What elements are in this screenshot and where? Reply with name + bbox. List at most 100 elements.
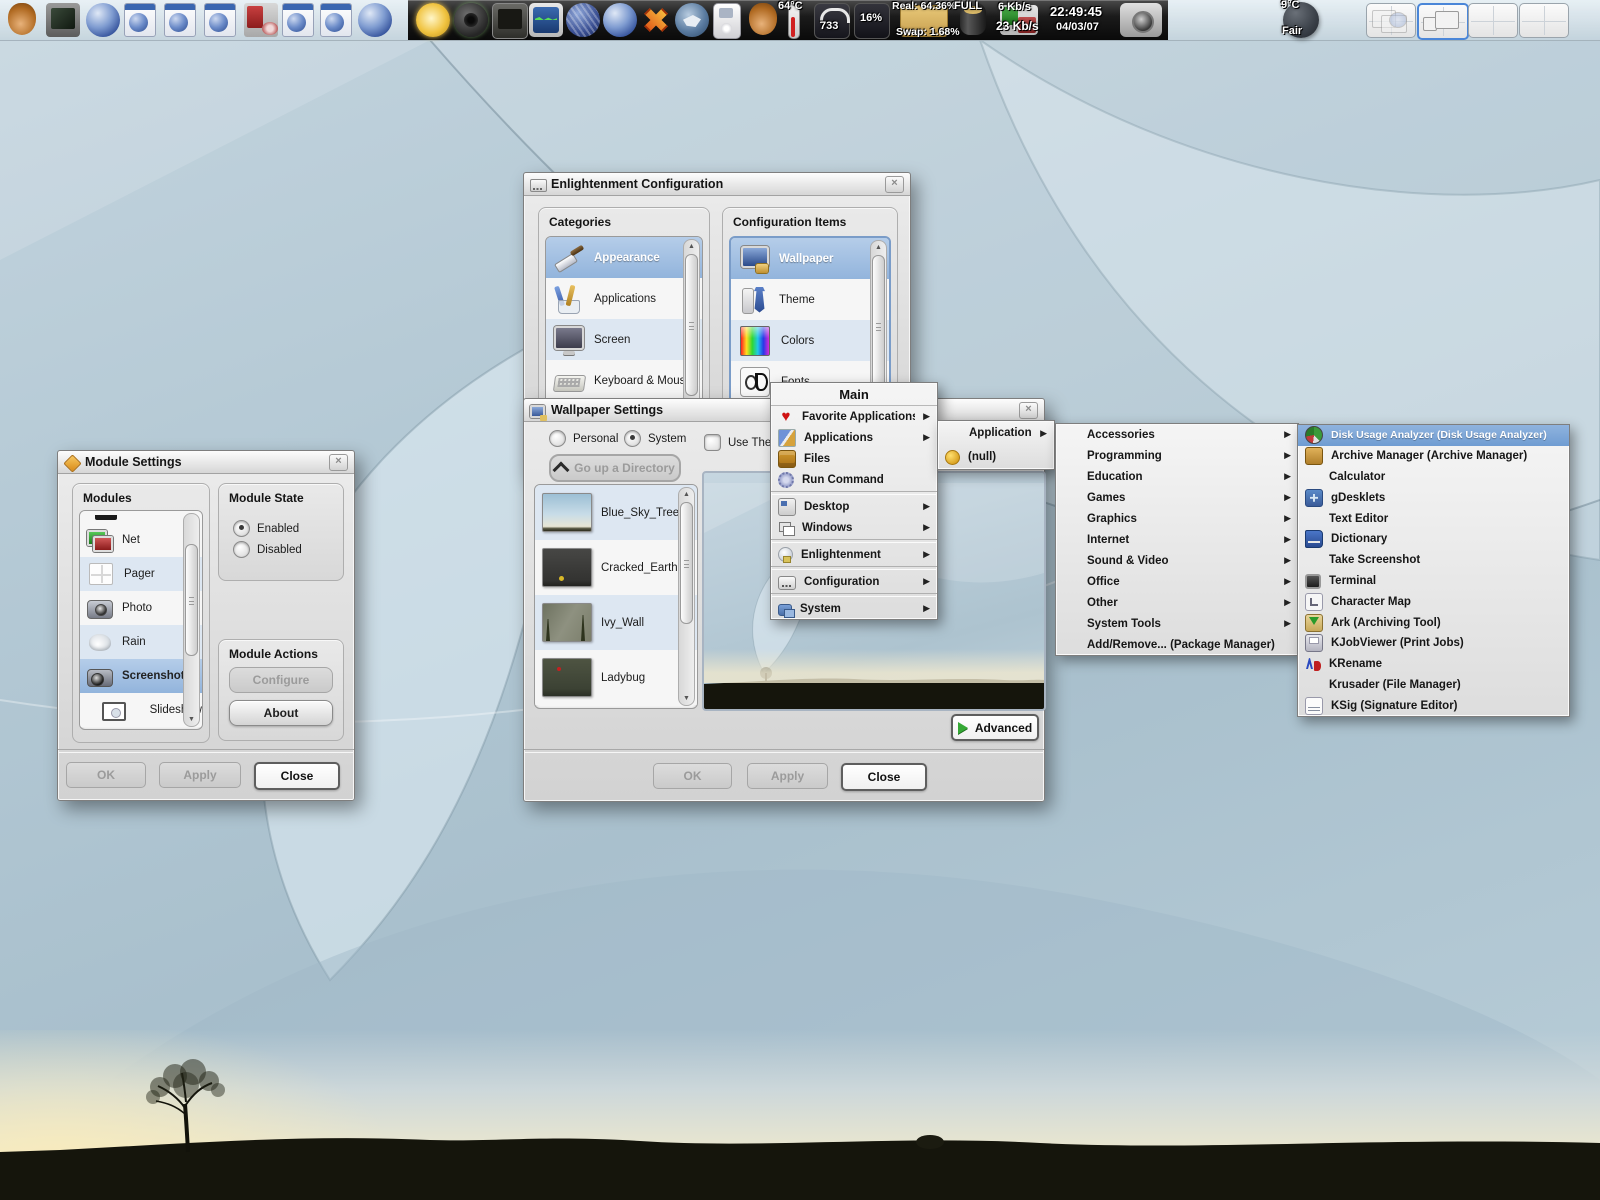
category-row-appearance[interactable]: Appearance xyxy=(546,237,702,278)
web-document-icon[interactable] xyxy=(282,3,314,37)
browser-globe-icon[interactable] xyxy=(86,3,120,37)
web-document-icon[interactable] xyxy=(204,3,236,37)
menu-item-run-command[interactable]: Run Command xyxy=(771,469,937,490)
screenshot-camera-icon[interactable] xyxy=(1120,3,1162,37)
scroll-up-icon[interactable]: ▲ xyxy=(871,241,886,254)
browser-globe-icon[interactable] xyxy=(358,3,392,37)
scrollbar-thumb[interactable] xyxy=(680,502,693,624)
ipod-icon[interactable] xyxy=(713,3,741,39)
configure-button[interactable]: Configure xyxy=(229,667,333,693)
checkbox-box[interactable] xyxy=(704,434,721,451)
category-row-keyboard-mouse[interactable]: Keyboard & Mouse xyxy=(546,360,702,401)
scroll-up-icon[interactable]: ▲ xyxy=(684,240,699,253)
pager-desktop-1[interactable] xyxy=(1366,3,1416,38)
category-row-applications[interactable]: Applications xyxy=(546,278,702,319)
scroll-down-icon[interactable]: ▼ xyxy=(184,713,199,726)
system-monitor-icon[interactable] xyxy=(529,3,563,37)
pager-desktop-3[interactable] xyxy=(1468,3,1518,38)
ok-button[interactable]: OK xyxy=(653,763,732,789)
module-window-titlebar[interactable]: Module Settings × xyxy=(58,451,354,474)
menu-item-archive-manager[interactable]: Archive Manager (Archive Manager) xyxy=(1298,446,1569,467)
menu-item-applications[interactable]: Applications ▶ xyxy=(771,427,937,448)
menu-item-enlightenment[interactable]: Enlightenment ▶ xyxy=(771,544,937,565)
network-sphere-icon[interactable] xyxy=(566,3,600,37)
advanced-button[interactable]: Advanced xyxy=(951,714,1039,741)
radio-system[interactable]: System xyxy=(624,430,686,447)
menu-item-education[interactable]: Education ▶ xyxy=(1056,466,1298,487)
menu-item-system[interactable]: System ▶ xyxy=(771,598,937,619)
radio-circle-selected[interactable] xyxy=(233,520,250,537)
menu-item-gdesklets[interactable]: gDesklets xyxy=(1298,487,1569,508)
pager-desktop-2-active[interactable] xyxy=(1417,3,1469,40)
menu-item-ark[interactable]: Ark (Archiving Tool) xyxy=(1298,612,1569,633)
xmms-rabbit-launcher-icon[interactable] xyxy=(8,3,36,35)
wolf-app-icon[interactable] xyxy=(675,3,709,37)
terminal-icon[interactable] xyxy=(492,3,528,39)
brightness-icon[interactable] xyxy=(416,3,450,37)
radio-circle[interactable] xyxy=(549,430,566,447)
modules-scrollbar[interactable]: ▼ xyxy=(183,513,200,727)
scrollbar-thumb[interactable] xyxy=(685,254,698,396)
item-row-wallpaper[interactable]: Wallpaper xyxy=(731,238,889,279)
package-installer-icon[interactable] xyxy=(244,3,278,37)
web-document-icon[interactable] xyxy=(320,3,352,37)
menu-item-kjobviewer[interactable]: KJobViewer (Print Jobs) xyxy=(1298,633,1569,654)
menu-item-desktop[interactable]: Desktop ▶ xyxy=(771,496,937,517)
apply-button[interactable]: Apply xyxy=(159,762,241,788)
radio-personal[interactable]: Personal xyxy=(549,430,618,447)
volume-speaker-icon[interactable] xyxy=(454,3,488,37)
menu-item-dictionary[interactable]: Dictionary xyxy=(1298,529,1569,550)
item-row-theme[interactable]: Theme xyxy=(731,279,889,320)
about-button[interactable]: About xyxy=(229,700,333,726)
menu-item-character-map[interactable]: Character Map xyxy=(1298,591,1569,612)
close-icon[interactable]: × xyxy=(1019,402,1038,419)
close-button[interactable]: Close xyxy=(841,763,927,791)
wallpaper-row-cracked-earth[interactable]: Cracked_Earth xyxy=(535,540,697,595)
menu-item-add-remove[interactable]: Add/Remove... (Package Manager) xyxy=(1056,634,1298,655)
menu-item-terminal[interactable]: Terminal xyxy=(1298,571,1569,592)
menu-item-calculator[interactable]: Calculator xyxy=(1298,467,1569,488)
applications-submenu-header[interactable]: Applications ▶ xyxy=(938,421,1054,445)
wallpaper-list-scrollbar[interactable]: ▲ ▼ xyxy=(678,487,695,706)
menu-item-text-editor[interactable]: Text Editor xyxy=(1298,508,1569,529)
menu-item-graphics[interactable]: Graphics ▶ xyxy=(1056,508,1298,529)
menu-item-null[interactable]: (null) xyxy=(938,445,1054,469)
item-row-colors[interactable]: Colors xyxy=(731,320,889,361)
config-window-titlebar[interactable]: Enlightenment Configuration × xyxy=(524,173,910,196)
scroll-down-icon[interactable]: ▼ xyxy=(679,692,694,705)
close-icon[interactable]: × xyxy=(885,176,904,193)
menu-item-krename[interactable]: KRename xyxy=(1298,654,1569,675)
menu-item-accessories[interactable]: Accessories ▶ xyxy=(1056,424,1298,445)
menu-item-office[interactable]: Office ▶ xyxy=(1056,571,1298,592)
radio-circle[interactable] xyxy=(233,541,250,558)
go-up-directory-button[interactable]: Go up a Directory xyxy=(549,454,681,482)
close-icon[interactable]: × xyxy=(329,454,348,471)
menu-item-favorite-applications[interactable]: ♥ Favorite Applications ▶ xyxy=(771,406,937,427)
wallpaper-row-blue-sky-tree[interactable]: Blue_Sky_Tree xyxy=(535,485,697,540)
scrollbar-thumb[interactable] xyxy=(872,255,885,397)
menu-item-krusader[interactable]: Krusader (File Manager) xyxy=(1298,675,1569,696)
wallpaper-row-ladybug[interactable]: Ladybug xyxy=(535,650,697,705)
browser-globe-icon[interactable] xyxy=(603,3,637,37)
terminal-launcher-icon[interactable] xyxy=(46,3,80,37)
menu-item-programming[interactable]: Programming ▶ xyxy=(1056,445,1298,466)
menu-item-internet[interactable]: Internet ▶ xyxy=(1056,529,1298,550)
menu-item-other[interactable]: Other ▶ xyxy=(1056,592,1298,613)
menu-item-system-tools[interactable]: System Tools ▶ xyxy=(1056,613,1298,634)
radio-disabled[interactable]: Disabled xyxy=(233,541,302,558)
radio-enabled[interactable]: Enabled xyxy=(233,520,299,537)
xmms-rabbit-icon[interactable] xyxy=(749,3,777,35)
pager-desktop-4[interactable] xyxy=(1519,3,1569,38)
scrollbar-thumb[interactable] xyxy=(185,544,198,656)
close-button[interactable]: Close xyxy=(254,762,340,790)
scroll-up-icon[interactable]: ▲ xyxy=(679,488,694,501)
web-document-icon[interactable] xyxy=(124,3,156,37)
menu-item-disk-usage-analyzer[interactable]: Disk Usage Analyzer (Disk Usage Analyzer… xyxy=(1298,425,1569,446)
xchat-icon[interactable] xyxy=(639,3,673,37)
menu-item-take-screenshot[interactable]: Take Screenshot xyxy=(1298,550,1569,571)
menu-item-files[interactable]: Files xyxy=(771,448,937,469)
radio-circle-selected[interactable] xyxy=(624,430,641,447)
apply-button[interactable]: Apply xyxy=(747,763,828,789)
category-row-screen[interactable]: Screen xyxy=(546,319,702,360)
menu-item-sound-video[interactable]: Sound & Video ▶ xyxy=(1056,550,1298,571)
